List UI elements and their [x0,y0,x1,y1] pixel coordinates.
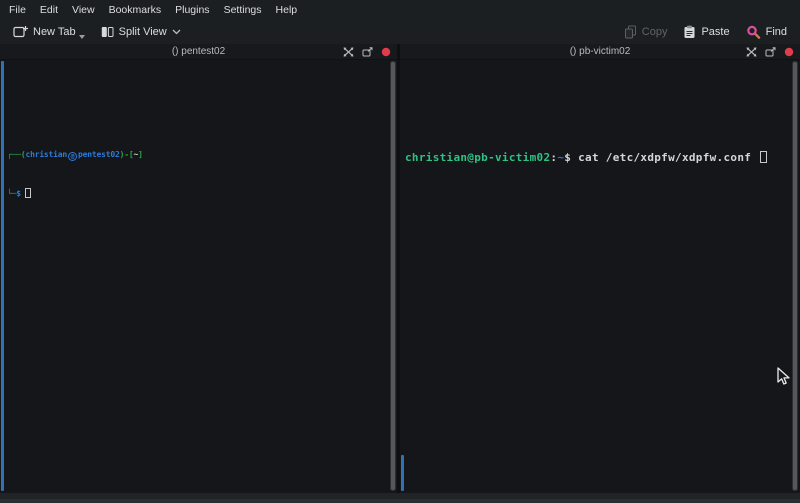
main-toolbar: New Tab Split View Copy [0,19,800,44]
prompt-user-host: christian@pb-victim02 [405,151,550,164]
pane-title: () pentest02 [172,46,225,57]
find-button[interactable]: Find [741,22,792,42]
terminal-output: christian@pb-victim02:~$ cat /etc/xdpfw/… [400,117,800,195]
new-tab-button[interactable]: New Tab [8,22,90,41]
new-tab-icon [13,25,28,38]
pane-pb-victim02: () pb-victim02 [400,44,800,493]
maximize-view-icon[interactable] [343,47,354,57]
close-view-button[interactable] [784,47,794,57]
pane-header-pb-victim02[interactable]: () pb-victim02 [400,44,800,60]
prompt-line-2: └─$ [7,187,397,200]
split-view-button[interactable]: Split View [96,23,186,41]
prompt-frame-bottom: └─ [7,189,16,198]
scrollbar-thumb[interactable] [792,61,798,491]
typed-command: cat /etc/xdpfw/xdpfw.conf [571,151,758,164]
find-icon [746,25,761,39]
pane-title: () pb-victim02 [570,46,631,57]
find-label: Find [766,26,787,38]
menu-item-bookmarks[interactable]: Bookmarks [102,0,169,19]
window-bottom-edge [0,493,800,499]
prompt-dollar: $ [16,189,21,198]
menu-item-file[interactable]: File [2,0,33,19]
menu-item-help[interactable]: Help [269,0,305,19]
paste-button[interactable]: Paste [678,22,734,42]
menu-item-plugins[interactable]: Plugins [168,0,216,19]
menu-item-edit[interactable]: Edit [33,0,65,19]
menu-item-view[interactable]: View [65,0,102,19]
copy-icon [624,25,637,39]
new-tab-label: New Tab [33,26,76,38]
close-view-button[interactable] [381,47,391,57]
menu-item-settings[interactable]: Settings [217,0,269,19]
detach-view-icon[interactable] [362,47,373,57]
copy-label: Copy [642,26,668,38]
konsole-window: { "menubar": { "items": ["File", "Edit",… [0,0,800,503]
prompt-user: christian [25,150,67,159]
prompt-frame-close: ] [138,150,143,159]
terminal-pentest02[interactable]: ┌──(christian@pentest02)-[~] └─$ [0,60,397,493]
new-tab-menu-caret-icon [79,30,85,42]
prompt-host: pentest02 [78,150,120,159]
split-view-label: Split View [119,26,167,38]
detach-view-icon[interactable] [765,47,776,57]
pane-header-actions [746,44,794,59]
pane-pentest02: () pentest02 [0,44,397,493]
pane-header-actions [343,44,391,59]
pane-header-pentest02[interactable]: () pentest02 [0,44,397,60]
terminal-cursor [760,151,767,163]
prompt-line: christian@pb-victim02:~$ cat /etc/xdpfw/… [405,150,800,165]
scrolled-lines-highlight [401,455,404,491]
copy-button[interactable]: Copy [619,22,673,42]
menu-bar: File Edit View Bookmarks Plugins Setting… [0,0,800,19]
prompt-frame-mid: )-[ [120,150,134,159]
scrollbar-thumb[interactable] [390,61,396,491]
paste-label: Paste [701,26,729,38]
split-view-container: () pentest02 [0,44,800,493]
prompt-line-1: ┌──(christian@pentest02)-[~] [7,148,397,161]
prompt-frame-open: ┌──( [7,150,25,159]
terminal-pb-victim02[interactable]: christian@pb-victim02:~$ cat /etc/xdpfw/… [400,60,800,493]
split-view-icon [101,26,114,38]
terminal-cursor [25,188,31,198]
terminal-output: ┌──(christian@pentest02)-[~] └─$ [0,117,397,226]
maximize-view-icon[interactable] [746,47,757,57]
paste-icon [683,25,696,39]
scrolled-lines-highlight [1,61,4,491]
chevron-down-icon [172,26,181,38]
kali-at-symbol: @ [68,152,77,161]
